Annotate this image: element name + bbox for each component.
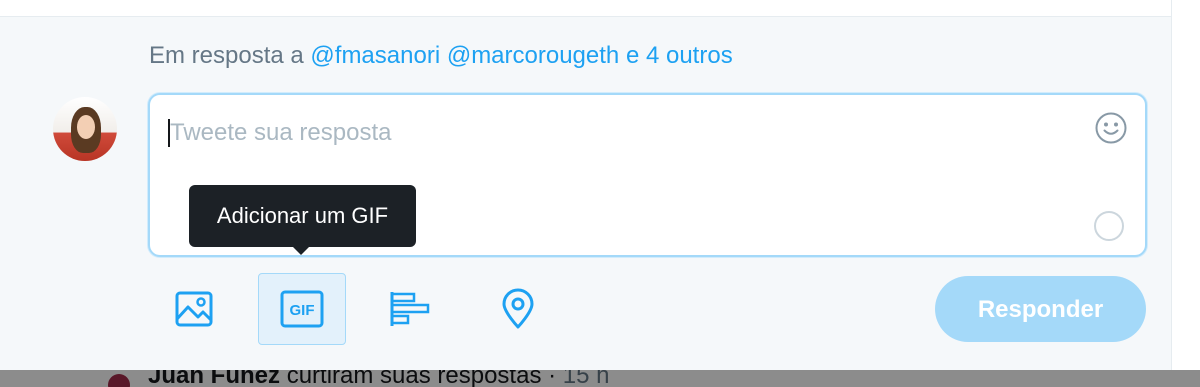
mention-marcorougeth[interactable]: @marcorougeth (447, 42, 619, 69)
in-reply-prefix: Em resposta a (149, 42, 304, 69)
avatar (53, 97, 117, 161)
modal-backdrop-shade (0, 370, 1200, 387)
gif-tooltip: Adicionar um GIF (189, 185, 416, 255)
right-rail (1171, 0, 1200, 387)
smiley-icon[interactable] (1094, 111, 1128, 145)
reply-button[interactable]: Responder (935, 276, 1146, 342)
add-location-button[interactable] (474, 273, 562, 345)
gif-icon: GIF (280, 290, 324, 328)
tooltip-arrow (292, 246, 310, 255)
avatar-face (77, 115, 95, 139)
location-pin-icon (502, 288, 534, 329)
add-poll-button[interactable] (366, 273, 454, 345)
gif-tooltip-text: Adicionar um GIF (216, 203, 389, 228)
gif-icon-label: GIF (290, 302, 315, 319)
image-icon (175, 291, 213, 327)
add-gif-button[interactable]: GIF (258, 273, 346, 345)
in-reply-to: Em resposta a @fmasanori @marcorougeth e… (149, 42, 733, 70)
mention-others[interactable]: e 4 outros (626, 42, 733, 69)
add-media-button[interactable] (150, 273, 238, 345)
poll-icon (390, 292, 430, 326)
mention-fmasanori[interactable]: @fmasanori (310, 42, 440, 69)
compose-placeholder[interactable]: Tweete sua resposta (170, 119, 391, 147)
character-counter-ring (1094, 211, 1124, 241)
top-strip (0, 0, 1200, 17)
